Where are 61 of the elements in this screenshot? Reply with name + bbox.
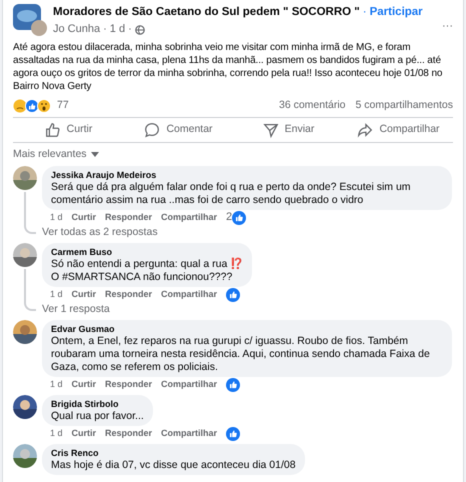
comment-count[interactable]: 36 comentário xyxy=(278,98,346,114)
share-count[interactable]: 5 compartilhamentos xyxy=(356,98,453,114)
action-button[interactable]: Compartilhar xyxy=(343,118,453,142)
commenter-name[interactable]: Jessika Araujo Medeiros xyxy=(51,168,443,180)
like-link[interactable]: Curtir xyxy=(72,426,96,440)
share-link[interactable]: Compartilhar xyxy=(161,210,218,224)
share-link[interactable]: Compartilhar xyxy=(161,288,218,302)
view-replies-link[interactable]: Ver 1 resposta xyxy=(42,302,110,318)
comment-time[interactable]: 1 d xyxy=(50,426,63,440)
view-replies-link[interactable]: Ver todas as 2 respostas xyxy=(42,225,158,241)
reaction-count[interactable]: 77 xyxy=(57,98,69,114)
caret-icon xyxy=(90,152,99,158)
avatar xyxy=(13,394,37,418)
comment-text: Ontem, a Enel, fez reparos na rua gurupi c/ iguassu. Roubo de fios. Também roubaram uma torneira nesta residência. Aqui, continua sendo chamada Faixa de Gaza, como se referem os policiais. xyxy=(51,334,431,374)
comment-time[interactable]: 1 d xyxy=(50,288,63,302)
like-link[interactable]: Curtir xyxy=(72,210,96,224)
reply-link[interactable]: Responder xyxy=(105,288,152,302)
like-count[interactable]: 2 xyxy=(226,209,232,226)
avatar xyxy=(13,242,37,266)
like-icon xyxy=(226,288,240,302)
thumbs-up-icon xyxy=(44,120,62,139)
commenter-name[interactable]: Edvar Gusmao xyxy=(51,322,443,334)
join-link[interactable]: Participar xyxy=(370,4,423,22)
commenter-name[interactable]: Cris Renco xyxy=(51,446,296,458)
commenter-name[interactable]: Carmem Buso xyxy=(51,246,244,258)
more-options-button[interactable]: ··· xyxy=(442,4,453,34)
comment-text: Qual rua por favor... xyxy=(51,410,144,422)
post-time[interactable]: 1 d xyxy=(110,21,126,38)
commenter-name[interactable]: Brigida Stirbolo xyxy=(51,398,144,410)
comment-time[interactable]: 1 d xyxy=(50,378,63,392)
like-link[interactable]: Curtir xyxy=(72,288,96,302)
like-icon xyxy=(232,210,246,224)
separator: · xyxy=(103,22,107,38)
reply-link[interactable]: Responder xyxy=(105,426,152,440)
action-button[interactable]: Enviar xyxy=(233,118,343,142)
sort-dropdown[interactable]: Mais relevantes xyxy=(13,146,87,162)
share-link[interactable]: Compartilhar xyxy=(161,426,218,440)
author-name[interactable]: Jo Cunha xyxy=(53,21,100,38)
separator: · xyxy=(362,5,367,20)
action-button[interactable]: Comentar xyxy=(123,118,233,142)
comment-text: Será que dá pra alguém falar onde foi q rua e perto da onde? Escutei sim um comentário assim na rua ..mas foi de carro sendo quebrado o vidro xyxy=(51,180,412,206)
reply-link[interactable]: Responder xyxy=(105,378,152,392)
comment-text: Mas hoje é dia 07, vc disse que aconteceu dia 01/08 xyxy=(51,458,296,472)
like-link[interactable]: Curtir xyxy=(72,378,96,392)
share-arrow-icon xyxy=(356,120,374,139)
avatar xyxy=(13,166,37,190)
globe-icon xyxy=(134,24,145,34)
like-icon xyxy=(226,378,240,392)
comment-text: Só não entendi a pergunta: qual a rua ⁉ O #SMARTSANCA não funcionou???? xyxy=(51,258,244,284)
like-icon xyxy=(226,426,240,440)
group-avatar xyxy=(13,4,47,36)
reply-link[interactable]: Responder xyxy=(105,210,152,224)
action-button[interactable]: Curtir xyxy=(13,118,123,142)
avatar xyxy=(13,320,37,344)
speech-bubble-icon xyxy=(143,120,162,139)
post-text: Até agora estou dilacerada, minha sobrinha veio me visitar com minha irmã de MG, e foram assaltadas na rua da minha casa, plena 11hs da manhã... pasmem os bandidos fugiram a pé... até agora ouço os gritos de terror da minha sobrinha, correndo pela rua!! Isso aconteceu hoje 01/08 no Bairro Nova Gerty xyxy=(13,40,444,93)
comment-time[interactable]: 1 d xyxy=(50,210,63,224)
avatar xyxy=(13,444,37,468)
separator: · xyxy=(128,22,132,38)
share-link[interactable]: Compartilhar xyxy=(161,378,218,392)
group-name[interactable]: Moradores de São Caetano do Sul pedem " SOCORRO " xyxy=(53,4,360,22)
